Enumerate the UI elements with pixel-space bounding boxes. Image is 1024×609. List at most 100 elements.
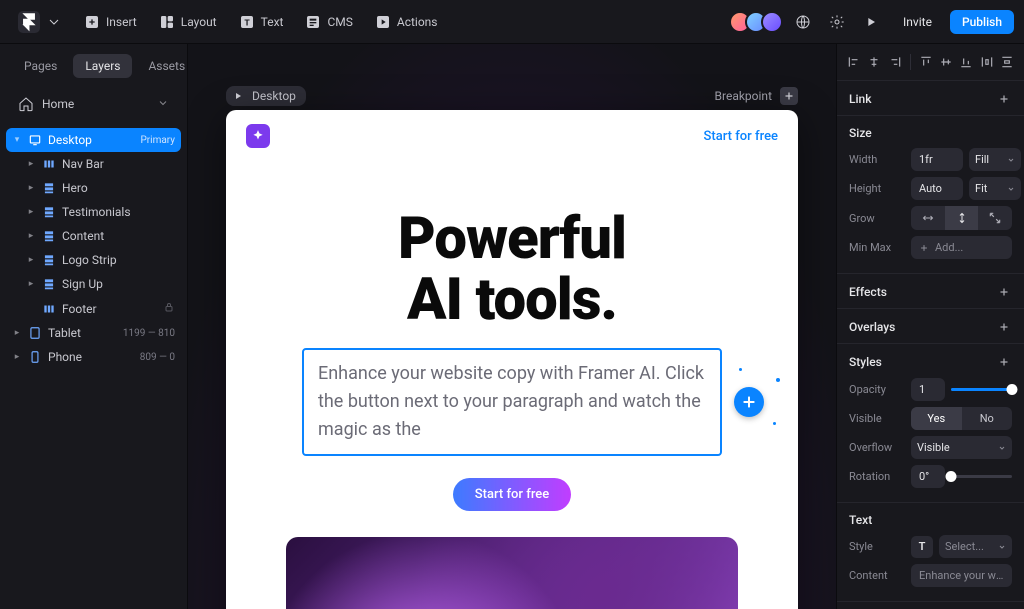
add-breakpoint-button[interactable] (780, 87, 798, 105)
opacity-input[interactable]: 1 (911, 378, 945, 401)
layer-label: Sign Up (62, 277, 175, 291)
opacity-slider[interactable] (951, 388, 1012, 391)
cms-menu[interactable]: CMS (297, 10, 360, 34)
add-overlay-button[interactable] (996, 319, 1012, 335)
height-mode-select[interactable]: Fit (969, 177, 1021, 200)
layer-label: Content (62, 229, 175, 243)
layer-content[interactable]: ▸ Content (6, 224, 181, 248)
add-style-button[interactable] (996, 354, 1012, 370)
layer-label: Hero (62, 181, 175, 195)
globe-icon (795, 14, 811, 30)
caret-right-icon: ▸ (26, 231, 36, 241)
visible-no-button[interactable]: No (962, 407, 1013, 430)
cms-label: CMS (327, 15, 352, 29)
topbar: Insert Layout T Text CMS Actions (0, 0, 1024, 44)
hero-cta-button[interactable]: Start for free (453, 478, 571, 511)
align-hcenter-button[interactable] (867, 52, 881, 72)
align-bottom-button[interactable] (959, 52, 973, 72)
sparkle-icon (776, 378, 780, 382)
canvas[interactable]: Desktop Breakpoint Start for free P (188, 44, 836, 609)
column-icon (42, 205, 56, 219)
text-style-chip[interactable]: T (911, 536, 933, 558)
layout-label: Layout (181, 15, 217, 29)
width-mode-select[interactable]: Fill (969, 148, 1021, 171)
grow-label: Grow (849, 212, 905, 225)
overflow-select[interactable]: Visible (911, 436, 1012, 459)
settings-button[interactable] (823, 8, 851, 36)
actions-icon (375, 14, 391, 30)
frame-title-chip[interactable]: Desktop (226, 86, 306, 106)
layout-menu[interactable]: Layout (151, 10, 225, 34)
page-selector-label: Home (42, 97, 74, 111)
overflow-label: Overflow (849, 441, 905, 454)
column-icon (42, 277, 56, 291)
caret-right-icon: ▸ (26, 279, 36, 289)
frame-title: Desktop (252, 89, 296, 103)
tab-pages[interactable]: Pages (12, 54, 69, 78)
distribute-h-button[interactable] (979, 52, 993, 72)
column-icon (42, 229, 56, 243)
caret-right-icon: ▸ (26, 207, 36, 217)
align-top-button[interactable] (919, 52, 933, 72)
layer-tablet[interactable]: ▸ Tablet 1199 — 810 (6, 321, 181, 345)
app-menu[interactable] (10, 7, 70, 37)
section-title: Overlays (849, 320, 895, 334)
ai-rewrite-button[interactable] (734, 387, 764, 417)
actions-label: Actions (397, 15, 438, 29)
page-frame[interactable]: Start for free Powerful AI tools. Enhanc… (226, 110, 798, 609)
rotation-slider[interactable] (951, 475, 1012, 478)
hero-paragraph-selected[interactable]: Enhance your website copy with Framer AI… (302, 348, 722, 456)
layer-meta: 809 — 0 (140, 352, 175, 363)
layer-sign-up[interactable]: ▸ Sign Up (6, 272, 181, 296)
hero-title-line: AI tools. (407, 266, 617, 334)
actions-menu[interactable]: Actions (367, 10, 446, 34)
layer-footer[interactable]: Footer (6, 296, 181, 321)
distribute-v-button[interactable] (1000, 52, 1014, 72)
section-text: Text Style T Select... Content Enhance y… (837, 503, 1024, 602)
layer-logo-strip[interactable]: ▸ Logo Strip (6, 248, 181, 272)
page-selector[interactable]: Home (10, 90, 177, 118)
section-size: Size Width 1fr Fill Height Auto Fit Grow (837, 116, 1024, 274)
rotation-input[interactable]: 0° (911, 465, 945, 488)
invite-button[interactable]: Invite (891, 10, 944, 34)
collaborator-avatars[interactable] (735, 11, 783, 33)
hero-image[interactable] (286, 537, 738, 609)
add-link-button[interactable] (996, 91, 1012, 107)
layer-desktop[interactable]: ▾ Desktop Primary (6, 128, 181, 152)
tab-layers[interactable]: Layers (73, 54, 132, 78)
grow-both-button[interactable] (978, 206, 1012, 230)
grow-h-button[interactable] (911, 206, 945, 230)
add-effect-button[interactable] (996, 284, 1012, 300)
publish-button[interactable]: Publish (950, 10, 1014, 34)
section-effects: Effects (837, 274, 1024, 309)
visible-label: Visible (849, 412, 905, 425)
layer-phone[interactable]: ▸ Phone 809 — 0 (6, 345, 181, 369)
layer-testimonials[interactable]: ▸ Testimonials (6, 200, 181, 224)
framer-logo-icon (18, 11, 40, 33)
layer-label: Logo Strip (62, 253, 175, 267)
text-content-input[interactable]: Enhance your web... (911, 564, 1012, 587)
align-vcenter-button[interactable] (939, 52, 953, 72)
column-icon (42, 253, 56, 267)
preview-button[interactable] (857, 8, 885, 36)
caret-down-icon: ▾ (12, 135, 22, 145)
text-style-select[interactable]: Select... (939, 535, 1012, 558)
width-input[interactable]: 1fr (911, 148, 963, 171)
text-menu[interactable]: T Text (231, 10, 292, 34)
layer-label: Testimonials (62, 205, 175, 219)
layer-navbar[interactable]: ▸ Nav Bar (6, 152, 181, 176)
hero-title[interactable]: Powerful AI tools. (266, 208, 758, 330)
nav-cta-link[interactable]: Start for free (704, 129, 778, 144)
globe-button[interactable] (789, 8, 817, 36)
avatar (761, 11, 783, 33)
insert-menu[interactable]: Insert (76, 10, 145, 34)
minmax-add-button[interactable]: Add... (911, 236, 1012, 259)
layer-label: Phone (48, 350, 134, 364)
play-icon (863, 14, 879, 30)
visible-yes-button[interactable]: Yes (911, 407, 962, 430)
grow-v-button[interactable] (945, 206, 979, 230)
layer-hero[interactable]: ▸ Hero (6, 176, 181, 200)
align-left-button[interactable] (847, 52, 861, 72)
height-input[interactable]: Auto (911, 177, 963, 200)
align-right-button[interactable] (888, 52, 902, 72)
